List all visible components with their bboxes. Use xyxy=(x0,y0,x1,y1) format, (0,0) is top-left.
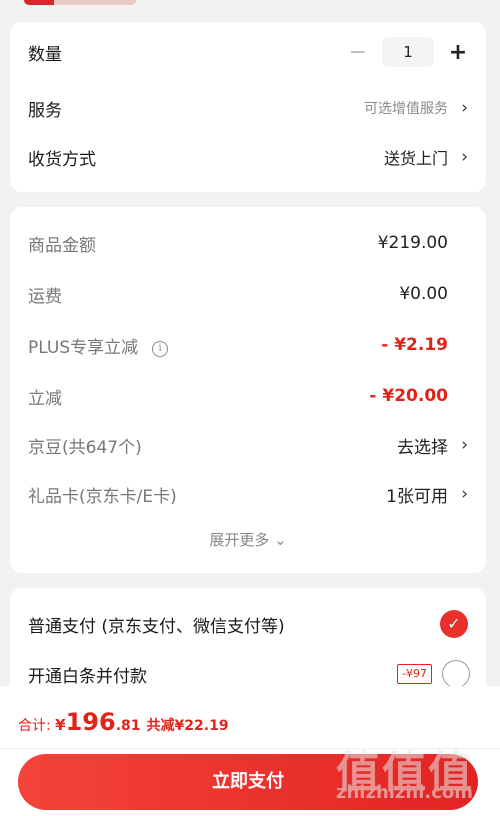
checkmark-icon[interactable]: ✓ xyxy=(440,610,468,638)
payment-option-normal[interactable]: 普通支付 (京东支付、微信支付等) ✓ xyxy=(10,606,486,642)
payment-option-label: 开通白条并付款 xyxy=(28,666,147,687)
chevron-right-icon: › xyxy=(461,484,468,504)
price-row-value: - ¥2.19 xyxy=(381,335,448,355)
price-row-value: - ¥20.00 xyxy=(369,386,448,406)
price-row-label: 立减 xyxy=(28,388,62,409)
checkout-bar: 合计: ¥196.81 共减¥22.19 立即支付 值值值 zhizhizhi.c… xyxy=(0,686,500,816)
price-row-value: ¥219.00 xyxy=(377,233,448,253)
quantity-row: 数量 − 1 + xyxy=(10,34,486,70)
total-currency: ¥ xyxy=(55,716,66,734)
price-row-label: 礼品卡(京东卡/E卡) xyxy=(28,486,177,507)
product-image-edge xyxy=(24,0,136,5)
total-savings: 共减¥22.19 xyxy=(146,718,229,734)
price-row-label: PLUS专享立减 xyxy=(28,337,139,358)
minus-button[interactable]: − xyxy=(344,40,372,65)
delivery-label: 收货方式 xyxy=(28,149,96,170)
price-row-value: ¥0.00 xyxy=(399,284,448,304)
coupon-badge: -¥97 xyxy=(397,664,432,684)
price-row-label: 运费 xyxy=(28,286,62,307)
total-decimal: .81 xyxy=(115,718,141,734)
total-integer: 196 xyxy=(65,708,116,736)
quantity-stepper: − 1 + xyxy=(344,37,472,67)
payment-option-label: 普通支付 (京东支付、微信支付等) xyxy=(28,616,285,637)
order-total: 合计: ¥196.81 共减¥22.19 xyxy=(18,708,229,736)
quantity-input[interactable]: 1 xyxy=(382,37,434,67)
watermark-site: zhizhizhi.com xyxy=(336,782,474,803)
info-icon[interactable]: i xyxy=(152,340,169,357)
price-row-value: 去选择 xyxy=(397,437,448,458)
price-row-plus-discount: PLUS专享立减 i - ¥2.19 xyxy=(10,327,486,363)
price-row-jingdou[interactable]: 京豆(共647个) 去选择 › xyxy=(10,427,486,463)
price-row-label: 京豆(共647个) xyxy=(28,437,142,458)
delivery-row[interactable]: 收货方式 送货上门 › xyxy=(10,139,486,175)
price-row-instant-discount: 立减 - ¥20.00 xyxy=(10,378,486,414)
chevron-right-icon: › xyxy=(461,98,468,118)
price-details-card: 商品金额 ¥219.00 运费 ¥0.00 PLUS专享立减 i - ¥2.19 … xyxy=(10,207,486,573)
delivery-value: 送货上门 xyxy=(383,149,448,168)
price-row-subtotal: 商品金额 ¥219.00 xyxy=(10,225,486,261)
chevron-right-icon: › xyxy=(461,435,468,455)
service-row[interactable]: 服务 可选增值服务 › xyxy=(10,90,486,126)
service-value: 可选增值服务 xyxy=(364,101,448,117)
price-row-value: 1张可用 xyxy=(386,486,448,507)
order-options-card: 数量 − 1 + 服务 可选增值服务 › 收货方式 送货上门 › xyxy=(10,22,486,192)
price-row-gift-card[interactable]: 礼品卡(京东卡/E卡) 1张可用 › xyxy=(10,476,486,512)
radio-button[interactable] xyxy=(442,660,470,688)
plus-button[interactable]: + xyxy=(444,40,472,65)
price-row-shipping: 运费 ¥0.00 xyxy=(10,276,486,312)
watermark: 值值值 zhizhizhi.com xyxy=(336,736,486,810)
total-label: 合计: xyxy=(18,718,56,734)
price-row-label-wrap: PLUS专享立减 i xyxy=(28,333,169,358)
service-label: 服务 xyxy=(28,100,62,121)
chevron-right-icon: › xyxy=(461,147,468,167)
price-row-label: 商品金额 xyxy=(28,235,96,256)
expand-more-button[interactable]: 展开更多 ⌄ xyxy=(10,529,486,550)
quantity-label: 数量 xyxy=(28,44,62,65)
